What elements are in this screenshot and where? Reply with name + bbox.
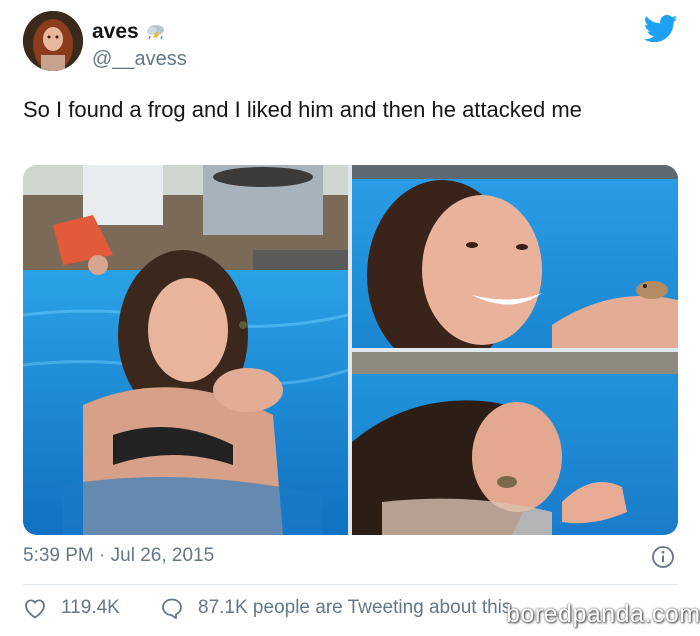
watermark: boredpanda.com: [506, 600, 700, 628]
pool-photo-frog-attack[interactable]: [352, 352, 678, 535]
pool-photo-smiling-frog-on-hand[interactable]: [352, 165, 678, 348]
tweet-timestamp[interactable]: 5:39 PM · Jul 26, 2015: [23, 545, 214, 567]
display-name[interactable]: aves: [92, 20, 167, 44]
tweeting-about-link[interactable]: 87.1K people are Tweeting about this: [198, 597, 511, 619]
media-grid[interactable]: [23, 165, 678, 535]
tweet-card: aves @__avess So I found a frog and I li…: [0, 0, 700, 636]
tweet-text: So I found a frog and I liked him and th…: [23, 97, 582, 122]
reply-bubble-icon[interactable]: [160, 596, 184, 620]
info-icon[interactable]: [651, 545, 675, 569]
heart-icon[interactable]: [23, 597, 47, 619]
twitter-bird-icon[interactable]: [644, 14, 678, 44]
pool-photo-holding-frog[interactable]: [23, 165, 348, 535]
like-count[interactable]: 119.4K: [61, 597, 120, 619]
user-handle[interactable]: @__avess: [92, 48, 187, 71]
divider: [23, 584, 678, 585]
avatar[interactable]: [23, 11, 83, 71]
cloud-lightning-rain-icon: [146, 25, 164, 41]
display-name-text: aves: [92, 20, 139, 43]
